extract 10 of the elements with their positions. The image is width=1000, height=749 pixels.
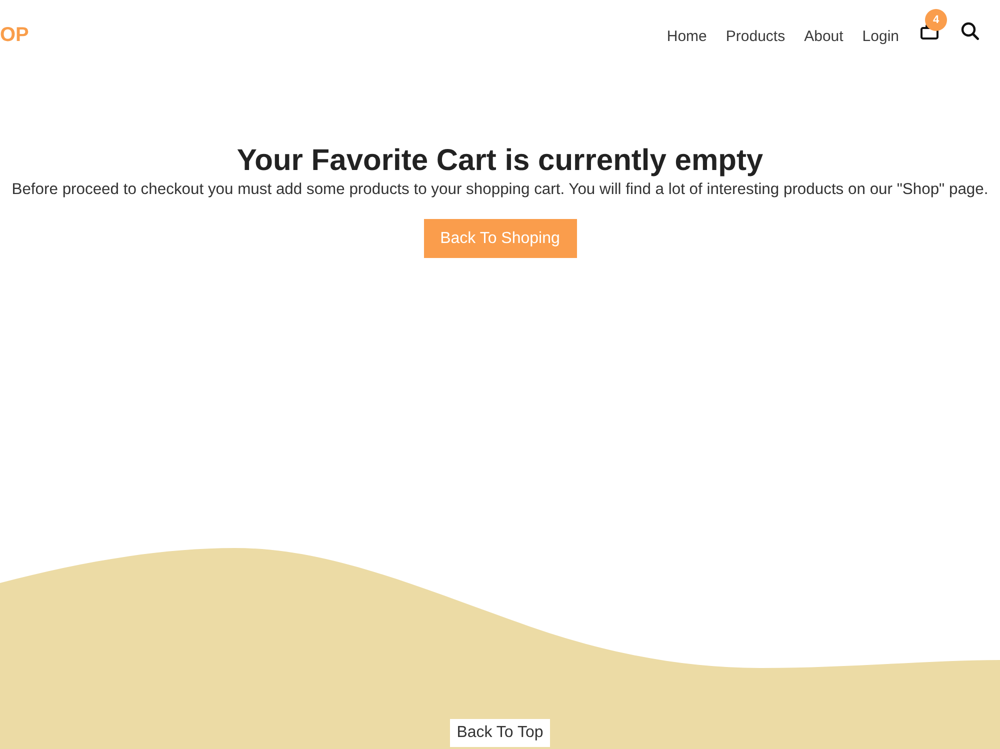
nav-link[interactable]: Home [666, 23, 707, 49]
nav-link[interactable]: Products [726, 23, 786, 49]
empty-cart-title: Your Favorite Cart is currently empty [236, 143, 764, 179]
back-to-top-button[interactable]: Back To Top [450, 719, 550, 747]
cart-count-badge: 4 [925, 9, 947, 31]
nav-link[interactable]: Login [862, 23, 899, 49]
nav-link[interactable]: About [804, 23, 844, 49]
bag-icon[interactable] [920, 23, 939, 40]
empty-cart-message: Before proceed to checkout you must add some products to your shopping cart. You will find a lot of interesting products on our "Shop" page. [12, 180, 988, 200]
search-icon[interactable] [961, 22, 979, 40]
